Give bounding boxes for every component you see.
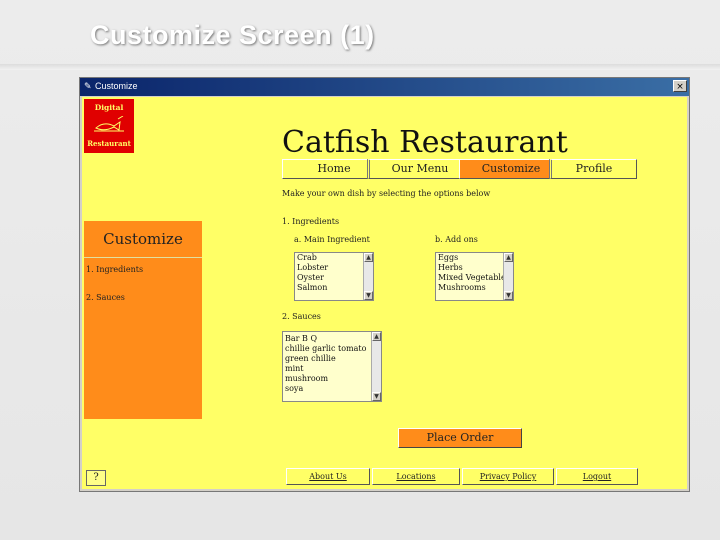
app-icon: ✎ [84,82,92,92]
scroll-up-icon[interactable]: ▲ [372,332,381,341]
app-client-area: Digital Restaurant Catfish Restaurant Ho… [82,97,687,489]
title-divider [0,64,720,70]
sauces-section-label: 2. Sauces [282,312,321,321]
sauces-listbox[interactable]: Bar B Q chillie garlic tomato green chil… [282,331,382,402]
list-item[interactable]: Eggs [436,253,513,263]
sidebar-item-sauces[interactable]: 2. Sauces [86,293,125,302]
scrollbar[interactable]: ▲ ▼ [363,253,373,300]
scroll-down-icon[interactable]: ▼ [372,392,381,401]
list-item[interactable]: Herbs [436,263,513,273]
footer-logout-link[interactable]: Logout [556,468,638,485]
list-item[interactable]: mint [283,364,381,374]
list-item[interactable]: Mushrooms [436,283,513,293]
list-item[interactable]: mushroom [283,374,381,384]
scrollbar[interactable]: ▲ ▼ [503,253,513,300]
list-item[interactable]: Mixed Vegetables [436,273,513,283]
footer-locations-link[interactable]: Locations [372,468,460,485]
list-item[interactable]: green chillie [283,354,381,364]
main-ingredient-label: a. Main Ingredient [294,235,370,244]
main-ingredient-listbox[interactable]: Crab Lobster Oyster Salmon ▲ ▼ [294,252,374,301]
close-button[interactable]: × [673,80,687,92]
sidebar-heading: Customize [84,221,202,258]
scroll-down-icon[interactable]: ▼ [504,291,513,300]
logo-line2: Restaurant [87,139,131,148]
list-item[interactable]: Oyster [295,273,373,283]
list-item[interactable]: Lobster [295,263,373,273]
nav-profile-button[interactable]: Profile [549,159,637,179]
sidebar: Customize 1. Ingredients 2. Sauces [84,221,202,419]
window-title: Customize [95,81,138,91]
instruction-text: Make your own dish by selecting the opti… [282,189,491,198]
place-order-button[interactable]: Place Order [398,428,522,448]
footer-about-link[interactable]: About Us [286,468,370,485]
nav-customize-button[interactable]: Customize [459,159,563,179]
scroll-down-icon[interactable]: ▼ [364,291,373,300]
scroll-up-icon[interactable]: ▲ [364,253,373,262]
restaurant-logo: Digital Restaurant [84,99,134,153]
list-item[interactable]: Crab [295,253,373,263]
window-titlebar[interactable]: ✎ Customize × [80,78,689,96]
addons-listbox[interactable]: Eggs Herbs Mixed Vegetables Mushrooms ▲ … [435,252,514,301]
logo-line1: Digital [94,103,124,112]
help-button[interactable]: ? [86,470,106,486]
scroll-up-icon[interactable]: ▲ [504,253,513,262]
nav-our-menu-button[interactable]: Our Menu [367,159,471,179]
app-window: ✎ Customize × Digital Restaurant Catfish… [79,77,690,492]
list-item[interactable]: chillie garlic tomato [283,344,381,354]
footer-privacy-link[interactable]: Privacy Policy [462,468,554,485]
addons-label: b. Add ons [435,235,478,244]
ingredients-section-label: 1. Ingredients [282,217,340,226]
restaurant-title: Catfish Restaurant [282,125,568,160]
fish-dish-icon [94,116,124,132]
scrollbar[interactable]: ▲ ▼ [371,332,381,401]
slide-title: Customize Screen (1) [90,20,375,50]
list-item[interactable]: soya [283,384,381,394]
sidebar-item-ingredients[interactable]: 1. Ingredients [86,265,143,274]
list-item[interactable]: Bar B Q [283,334,381,344]
list-item[interactable]: Salmon [295,283,373,293]
